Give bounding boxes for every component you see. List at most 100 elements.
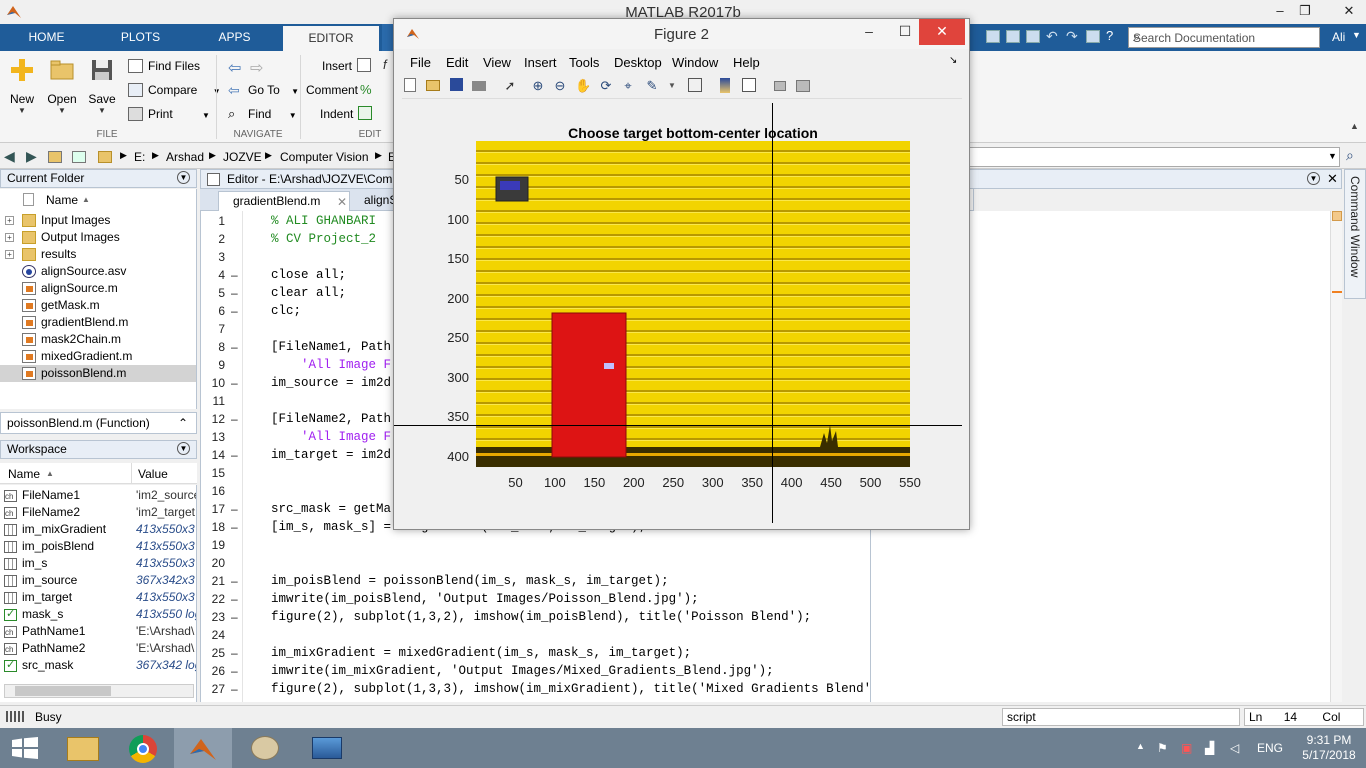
folder-item[interactable]: alignSource.m	[0, 280, 196, 297]
menu-view[interactable]: View	[483, 55, 511, 70]
code-line[interactable]: 'All Image F	[271, 358, 391, 372]
function-icon[interactable]: f	[383, 57, 387, 72]
compare-button[interactable]: Compare ▼	[128, 81, 221, 99]
breadcrumb-arshad[interactable]: Arshad	[166, 150, 204, 164]
code-line[interactable]: im_poisBlend = poissonBlend(im_s, mask_s…	[271, 574, 669, 588]
show-tools-icon[interactable]	[796, 80, 810, 92]
editor-tab-alignsource[interactable]: alignS	[350, 191, 396, 211]
back-arrow-icon[interactable]: ◀	[4, 148, 15, 165]
code-line[interactable]: clear all;	[271, 286, 346, 300]
colorbar-icon[interactable]	[720, 78, 730, 93]
open-file-icon[interactable]	[426, 80, 440, 91]
close-tab-icon[interactable]: ✕	[337, 193, 347, 211]
tray-expand-icon[interactable]: ▲	[1136, 741, 1145, 751]
chevron-down-icon[interactable]: ▼	[1352, 30, 1361, 40]
tab-plots[interactable]: PLOTS	[94, 24, 187, 51]
find-button[interactable]: ⌕ Find ▼	[228, 105, 297, 123]
breakpoint-marker[interactable]: –	[231, 286, 238, 300]
breakpoint-marker[interactable]: –	[231, 268, 238, 282]
workspace-variable-row[interactable]: im_s 413x550x3 d	[0, 555, 196, 572]
back-arrow-icon[interactable]: ⇦	[228, 58, 241, 78]
figure-window[interactable]: Figure 2 – ☐ ✕ File Edit View Insert Too…	[393, 18, 970, 530]
start-button[interactable]	[0, 728, 58, 768]
matlab-taskbar-button[interactable]	[174, 728, 232, 768]
find-files-button[interactable]: Find Files	[128, 57, 200, 75]
code-line[interactable]: figure(2), subplot(1,3,2), imshow(im_poi…	[271, 610, 811, 624]
close-button[interactable]: ✕	[1332, 0, 1366, 24]
search-documentation-input[interactable]: Search Documentation ⌕	[1128, 27, 1320, 48]
details-bar[interactable]: poissonBlend.m (Function) ⌃	[0, 412, 197, 434]
folder-item[interactable]: + Output Images	[0, 229, 196, 246]
folder-item[interactable]: alignSource.asv	[0, 263, 196, 280]
chevron-down-icon[interactable]: ▼	[664, 78, 680, 94]
code-line[interactable]: % CV Project_2	[271, 232, 376, 246]
legend-icon[interactable]	[742, 78, 756, 92]
rotate-icon[interactable]: ⟳	[598, 78, 614, 94]
code-line[interactable]: figure(2), subplot(1,3,3), imshow(im_mix…	[271, 682, 870, 696]
browse-folder-icon[interactable]	[72, 151, 86, 163]
collapse-ribbon-icon[interactable]: ▲	[1350, 121, 1359, 131]
warning-indicator[interactable]	[1332, 211, 1342, 221]
data-cursor-icon[interactable]: ⌖	[620, 78, 636, 94]
percent-icon[interactable]: %	[360, 82, 372, 97]
flag-icon[interactable]: ⚑	[1157, 741, 1168, 755]
comment-button[interactable]: Comment	[306, 83, 358, 97]
breakpoint-marker[interactable]: –	[231, 574, 238, 588]
breakpoint-marker[interactable]: –	[231, 646, 238, 660]
new-figure-icon[interactable]	[404, 78, 416, 92]
folder-item[interactable]: + results	[0, 246, 196, 263]
editor-tab-gradientblend[interactable]: gradientBlend.m ✕	[218, 191, 350, 211]
chevron-down-icon[interactable]: ▼	[177, 171, 190, 184]
editor-vscrollbar[interactable]	[1330, 211, 1342, 702]
breakpoint-marker[interactable]: –	[231, 304, 238, 318]
volume-icon[interactable]: ◁	[1230, 741, 1239, 755]
file-explorer-button[interactable]	[55, 728, 113, 768]
breakpoint-marker[interactable]: –	[231, 376, 238, 390]
chevron-up-icon[interactable]: ⌃	[178, 413, 188, 433]
save-button[interactable]: Save ▼	[82, 57, 122, 115]
name-column-header[interactable]: Name	[8, 467, 40, 481]
chrome-button[interactable]	[115, 728, 173, 768]
figure-close-button[interactable]: ✕	[919, 19, 965, 45]
indent-icon[interactable]	[358, 106, 372, 120]
folder-item[interactable]: mask2Chain.m	[0, 331, 196, 348]
workspace-variable-row[interactable]: src_mask 367x342 logi	[0, 657, 196, 674]
value-column-header[interactable]: Value	[138, 467, 168, 481]
workspace-variable-row[interactable]: mask_s 413x550 logi	[0, 606, 196, 623]
paste-icon[interactable]	[1026, 30, 1040, 43]
menu-insert[interactable]: Insert	[524, 55, 557, 70]
code-line[interactable]: clc;	[271, 304, 301, 318]
workspace-variable-row[interactable]: im_mixGradient 413x550x3 d	[0, 521, 196, 538]
expand-icon[interactable]: +	[5, 233, 14, 242]
sort-ascending-icon[interactable]: ▲	[46, 469, 54, 478]
menu-window[interactable]: Window	[672, 55, 718, 70]
pointer-icon[interactable]: ➚	[502, 78, 518, 94]
workspace-variable-row[interactable]: im_target 413x550x3 d	[0, 589, 196, 606]
code-line[interactable]: % ALI GHANBARI	[271, 214, 376, 228]
menu-desktop[interactable]: Desktop	[614, 55, 662, 70]
code-line[interactable]: im_mixGradient = mixedGradient(im_s, mas…	[271, 646, 691, 660]
code-line[interactable]: imwrite(im_mixGradient, 'Output Images/M…	[271, 664, 774, 678]
input-language[interactable]: ENG	[1257, 741, 1283, 755]
menu-file[interactable]: File	[410, 55, 431, 70]
tab-home[interactable]: HOME	[0, 24, 93, 51]
maximize-button[interactable]: ❐	[1288, 0, 1322, 24]
switch-windows-icon[interactable]	[1086, 30, 1100, 43]
copy-icon[interactable]	[1006, 30, 1020, 43]
network-icon[interactable]: ▟	[1205, 741, 1214, 755]
breakpoint-marker[interactable]: –	[231, 340, 238, 354]
code-line[interactable]: im_target = im2d	[271, 448, 391, 462]
zoom-in-icon[interactable]: ⊕	[530, 78, 546, 94]
expand-icon[interactable]: +	[5, 216, 14, 225]
link-plot-icon[interactable]	[688, 78, 702, 92]
close-panel-icon[interactable]: ✕	[1327, 171, 1338, 187]
pan-icon[interactable]: ✋	[575, 78, 591, 94]
system-clock[interactable]: 9:31 PM 5/17/2018	[1296, 733, 1362, 763]
code-line[interactable]: imwrite(im_poisBlend, 'Output Images/Poi…	[271, 592, 699, 606]
breadcrumb-e[interactable]: E:	[134, 150, 145, 164]
security-icon[interactable]: ▣	[1181, 741, 1192, 755]
search-folder-icon[interactable]: ⌕	[1346, 147, 1354, 164]
menu-edit[interactable]: Edit	[446, 55, 468, 70]
cut-icon[interactable]	[986, 30, 1000, 43]
figure-minimize-button[interactable]: –	[850, 19, 888, 45]
